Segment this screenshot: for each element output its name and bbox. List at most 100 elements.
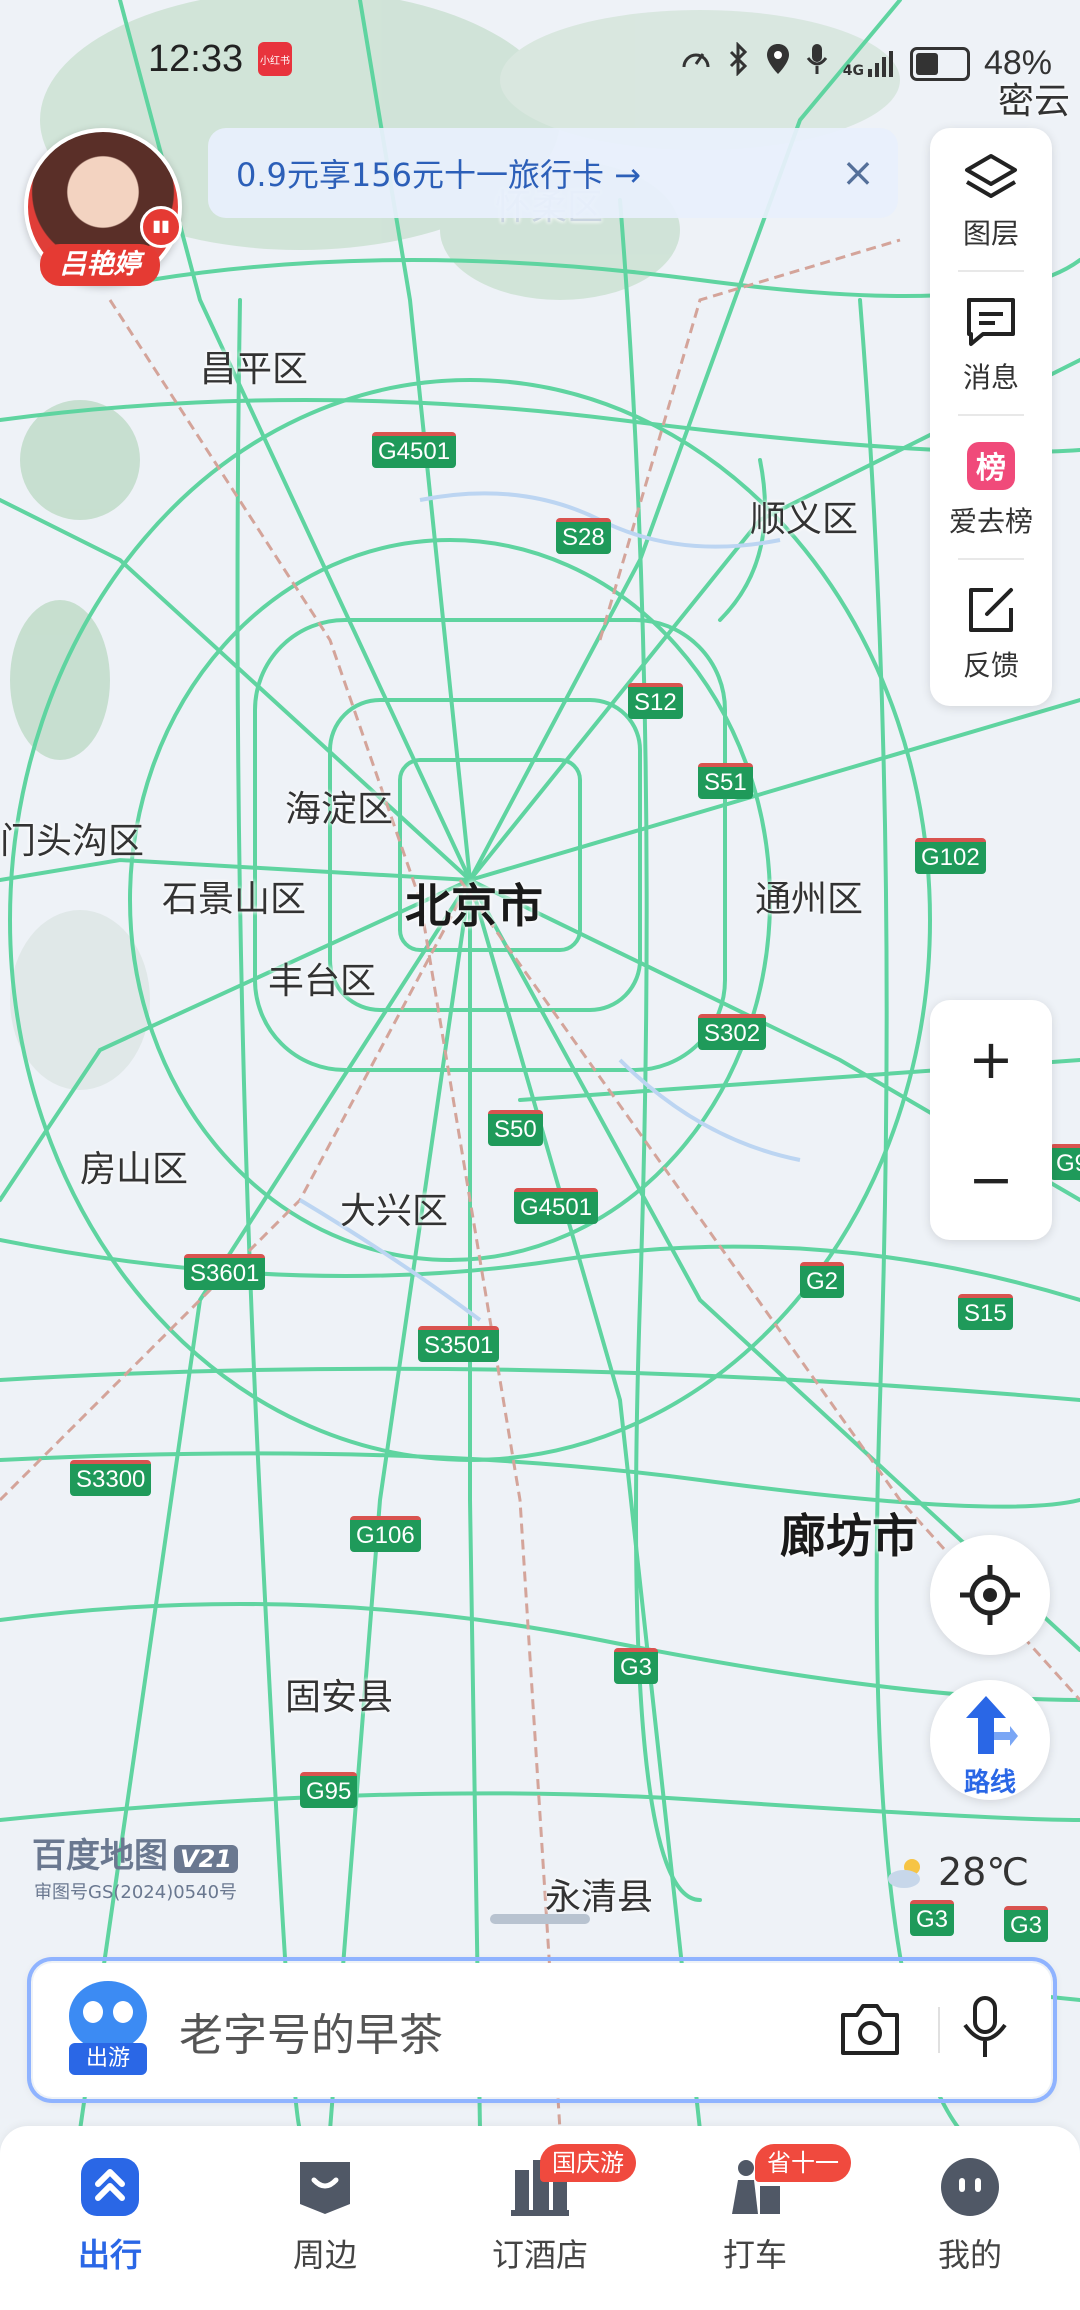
close-icon[interactable]: ×	[828, 143, 888, 203]
zoom-out-button[interactable]: −	[930, 1120, 1052, 1240]
weather-widget[interactable]: 28℃	[886, 1850, 1029, 1894]
assistant-avatar[interactable]: 出游	[69, 1981, 147, 2077]
place-label[interactable]: 石景山区	[162, 870, 306, 922]
bluetooth-icon	[727, 41, 751, 85]
mic-icon	[805, 42, 829, 85]
map-tool-panel: 图层 消息 榜 爱去榜 反馈	[930, 128, 1052, 706]
travel-icon	[81, 2158, 139, 2216]
speed-icon	[679, 42, 713, 85]
messages-button[interactable]: 消息	[930, 272, 1052, 412]
layers-icon	[965, 154, 1017, 198]
route-button[interactable]: 路线	[930, 1680, 1050, 1800]
messages-label: 消息	[962, 361, 1019, 394]
live-badge-icon: ▮▮	[140, 206, 182, 248]
place-label[interactable]: 大兴区	[340, 1182, 448, 1234]
place-label[interactable]: 通州区	[755, 870, 863, 922]
status-bar: 12:33 小红书 4G 48%	[0, 38, 1080, 88]
road-shield: G3	[614, 1648, 659, 1684]
tab-travel[interactable]: 出行	[40, 2156, 180, 2276]
map-approval-number: 审图号GS(2024)0540号	[34, 1882, 238, 1903]
place-label[interactable]: 永清县	[545, 1868, 653, 1920]
tab-hotel-label: 订酒店	[491, 2236, 588, 2274]
road-shield: S12	[628, 683, 683, 719]
tab-profile-label: 我的	[937, 2236, 1002, 2274]
route-label: 路线	[963, 1768, 1016, 1798]
taxi-promo-badge: 省十一	[755, 2144, 851, 2182]
road-shield: S50	[488, 1110, 543, 1146]
assistant-face-icon	[69, 1981, 147, 2051]
promo-text[interactable]: 0.9元享156元十一旅行卡 →	[236, 150, 828, 196]
ranking-label: 爱去榜	[948, 505, 1033, 538]
map-version: V21	[174, 1845, 238, 1873]
place-label[interactable]: 丰台区	[268, 952, 376, 1004]
partly-cloudy-icon	[888, 1859, 920, 1888]
road-shield: G4501	[372, 432, 457, 468]
temperature: 28℃	[938, 1850, 1030, 1894]
zoom-controls: + −	[930, 1000, 1052, 1240]
map-brand: 百度地图 V21	[32, 1828, 238, 1877]
tab-nearby[interactable]: 周边	[255, 2156, 395, 2276]
road-shield: S3300	[70, 1460, 152, 1496]
road-shield: G95	[300, 1772, 358, 1808]
ranking-icon: 榜	[967, 442, 1015, 490]
search-divider	[938, 2007, 940, 2053]
road-shield: G102	[915, 838, 986, 874]
road-shield: S3601	[184, 1254, 266, 1290]
place-label[interactable]: 门头沟区	[0, 812, 144, 864]
search-input[interactable]: 老字号的早茶	[179, 1999, 443, 2063]
road-shield: G4501	[514, 1188, 599, 1224]
road-shield: G106	[350, 1516, 421, 1552]
locate-button[interactable]	[930, 1535, 1050, 1655]
feedback-button[interactable]: 反馈	[930, 560, 1052, 700]
bottom-navigation: 出行 周边 国庆游 订酒店 省十一 打车 我的	[0, 2126, 1080, 2310]
place-label[interactable]: 廊坊市	[780, 1500, 918, 1566]
place-label[interactable]: 房山区	[80, 1140, 188, 1192]
zoom-in-button[interactable]: +	[930, 1000, 1052, 1120]
road-shield: S3501	[418, 1326, 500, 1362]
live-avatar-name: 吕艳婷	[40, 244, 160, 286]
road-shield: G9	[1050, 1144, 1080, 1180]
promo-banner[interactable]: 0.9元享156元十一旅行卡 → ×	[208, 128, 898, 218]
layers-label: 图层	[962, 217, 1019, 250]
tab-nearby-label: 周边	[292, 2236, 357, 2274]
camera-icon[interactable]	[839, 2001, 901, 2057]
tab-hotel[interactable]: 国庆游 订酒店	[470, 2144, 636, 2276]
road-shield: G3	[1004, 1906, 1049, 1942]
road-shield: S28	[556, 518, 611, 554]
tab-taxi[interactable]: 省十一 打车	[685, 2144, 851, 2276]
notification-app-icon: 小红书	[258, 42, 292, 76]
place-label[interactable]: 北京市	[405, 870, 543, 936]
feedback-label: 反馈	[962, 649, 1019, 682]
road-shield: S15	[958, 1294, 1013, 1330]
place-label[interactable]: 昌平区	[200, 340, 308, 392]
assistant-tag: 出游	[69, 2043, 147, 2075]
route-arrow-icon	[966, 1696, 1018, 1754]
road-shield: G2	[800, 1262, 845, 1298]
layers-button[interactable]: 图层	[930, 128, 1052, 268]
message-icon	[967, 298, 1015, 346]
search-bar[interactable]: 出游 老字号的早茶	[30, 1960, 1054, 2100]
locate-icon	[960, 1565, 1020, 1625]
drag-handle[interactable]	[490, 1914, 590, 1924]
place-label[interactable]: 顺义区	[750, 490, 858, 542]
battery-percent: 48%	[983, 44, 1052, 82]
tab-travel-label: 出行	[77, 2236, 142, 2274]
place-label[interactable]: 海淀区	[285, 780, 393, 832]
battery-icon	[909, 46, 970, 81]
map-canvas[interactable]	[0, 0, 1080, 2130]
svg-text:榜: 榜	[976, 451, 1006, 486]
profile-icon	[941, 2158, 999, 2216]
tab-taxi-label: 打车	[722, 2236, 787, 2274]
voice-icon[interactable]	[959, 1995, 1011, 2061]
location-icon	[765, 42, 791, 85]
ranking-button[interactable]: 榜 爱去榜	[930, 416, 1052, 556]
road-shield: S302	[698, 1014, 767, 1050]
road-shield: G3	[910, 1900, 955, 1936]
road-shield: S51	[698, 763, 753, 799]
hotel-promo-badge: 国庆游	[540, 2144, 636, 2182]
signal-icon: 4G	[843, 49, 896, 79]
nearby-icon	[300, 2162, 350, 2214]
tab-profile[interactable]: 我的	[900, 2156, 1040, 2276]
place-label[interactable]: 固安县	[285, 1668, 393, 1720]
status-icons: 4G 48%	[679, 41, 1052, 85]
